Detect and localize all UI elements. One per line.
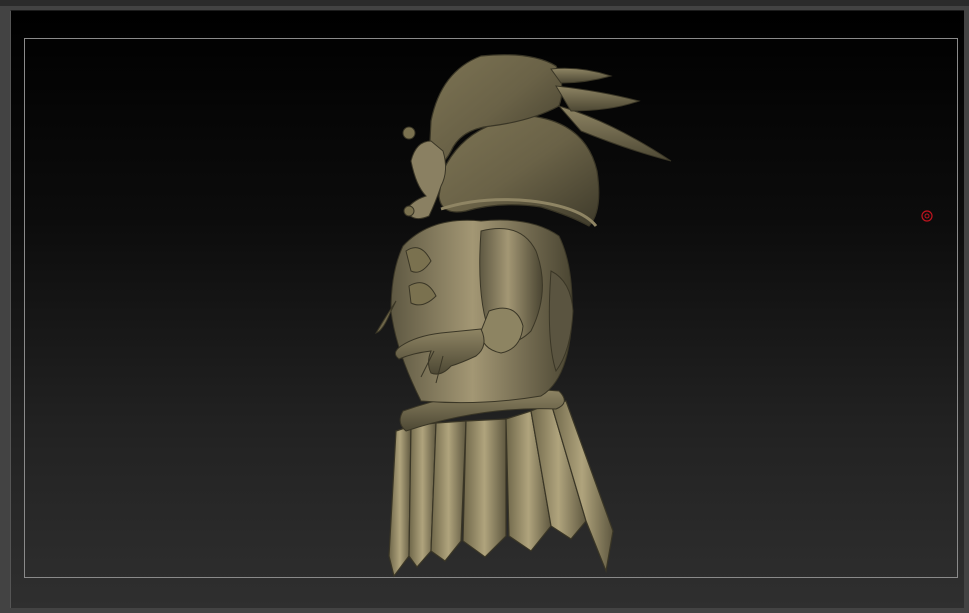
draw-cursor-icon — [921, 210, 933, 222]
top-strip — [0, 0, 969, 6]
sculpt-model[interactable] — [11, 11, 964, 608]
skirt-plates — [388, 400, 614, 578]
horn-mid — [555, 85, 641, 112]
viewport-canvas[interactable] — [10, 10, 964, 608]
horn-small — [550, 67, 613, 84]
app-frame — [0, 0, 969, 613]
